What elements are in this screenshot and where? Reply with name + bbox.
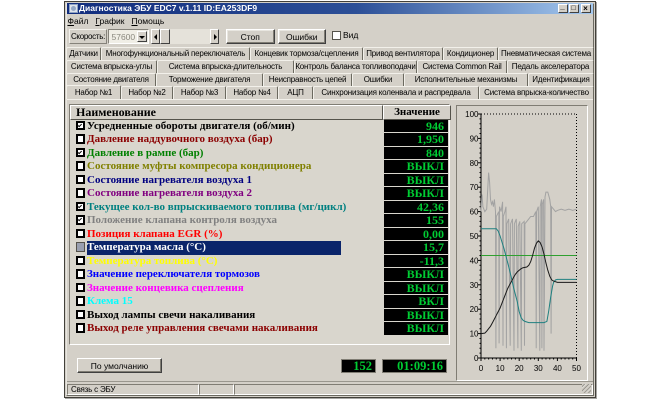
svg-text:30: 30 <box>534 364 543 373</box>
svg-text:50: 50 <box>572 364 581 373</box>
svg-text:10: 10 <box>470 330 479 339</box>
svg-text:40: 40 <box>553 364 562 373</box>
svg-text:100: 100 <box>465 110 479 119</box>
svg-text:60: 60 <box>470 208 479 217</box>
svg-text:80: 80 <box>470 159 479 168</box>
svg-text:0: 0 <box>479 364 484 373</box>
svg-text:20: 20 <box>470 305 479 314</box>
svg-text:30: 30 <box>470 281 479 290</box>
svg-text:20: 20 <box>515 364 524 373</box>
svg-text:40: 40 <box>470 256 479 265</box>
svg-text:50: 50 <box>470 232 479 241</box>
svg-text:0: 0 <box>474 354 479 363</box>
svg-text:90: 90 <box>470 134 479 143</box>
svg-text:10: 10 <box>496 364 505 373</box>
svg-text:70: 70 <box>470 183 479 192</box>
